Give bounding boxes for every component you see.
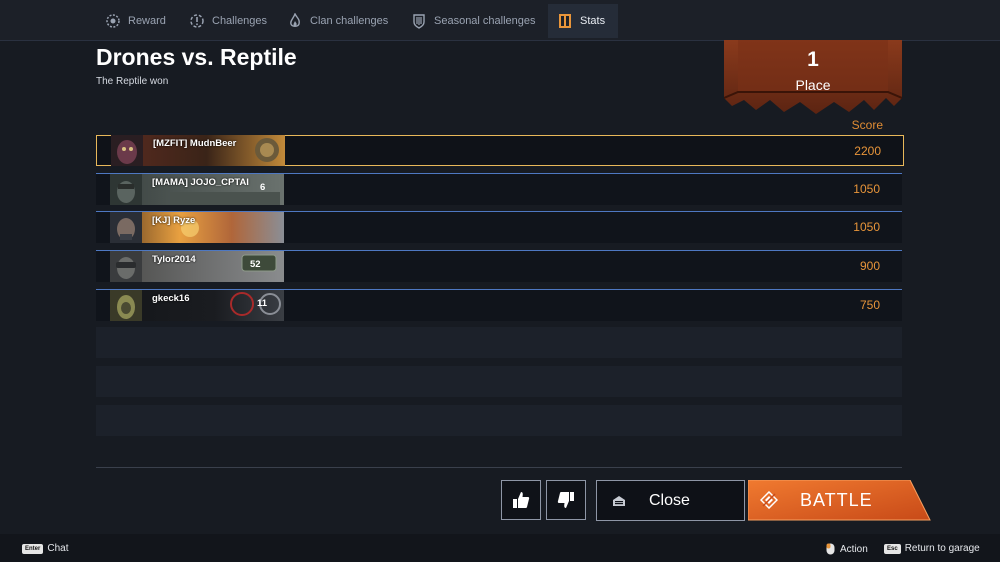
player-name: gkeck16 [152,293,190,304]
close-button-label: Close [649,492,690,509]
tab-clan-challenges[interactable]: Clan challenges [280,4,404,38]
chat-hint[interactable]: Enter Chat [22,543,68,554]
player-name: [KJ] Ryze [152,215,196,226]
tab-clan-challenges-label: Clan challenges [310,15,389,27]
tab-seasonal-challenges-label: Seasonal challenges [434,15,536,27]
player-score: 750 [859,298,880,312]
tab-stats[interactable]: Stats [548,4,618,38]
tab-reward[interactable]: Reward [96,4,182,38]
action-hint[interactable]: Action [826,543,868,555]
action-label: Action [840,543,868,555]
player-banner: Tylor2014 52 [110,251,284,282]
close-button[interactable]: Close [596,480,745,521]
empty-row [96,366,902,397]
tab-challenges-label: Challenges [212,15,268,27]
tab-seasonal-challenges[interactable]: Seasonal challenges [404,4,550,38]
player-level-badge: 6 [260,182,266,193]
player-row[interactable]: [MZFIT] MudnBeer 2200 [96,135,904,166]
mouse-icon [826,543,835,555]
score-column-header: Score [851,118,883,132]
player-score: 900 [859,259,880,273]
flame-icon [286,12,304,30]
footer-bar: Enter Chat Action Esc Return to garage [0,534,1000,562]
tab-challenges[interactable]: Challenges [180,4,283,38]
player-avatar [110,290,142,321]
player-level-badge: 52 [250,259,261,270]
crest-icon [410,12,428,30]
battle-icon [760,491,778,509]
esc-key-icon: Esc [884,543,901,554]
player-row[interactable]: [KJ] Ryze 1050 [96,211,902,243]
player-name: Tylor2014 [152,254,196,265]
thumbs-up-icon [513,492,530,508]
player-name: [MAMA] JOJO_CPTAI [152,177,249,188]
player-score: 1050 [853,220,880,234]
empty-row [96,327,902,358]
chat-label: Chat [47,543,69,554]
player-row[interactable]: Tylor2014 52 900 [96,250,902,282]
player-banner: gkeck16 11 [110,290,284,321]
garage-icon [613,496,625,506]
player-score: 2200 [854,144,881,158]
place-label: Place [795,77,831,93]
thumbs-up-button[interactable] [501,480,541,520]
player-level-badge: 11 [257,298,268,309]
return-hint[interactable]: Esc Return to garage [884,543,980,554]
player-name: [MZFIT] MudnBeer [153,138,237,149]
thumbs-down-icon [557,492,574,508]
player-avatar [110,174,142,205]
match-result: The Reptile won [96,76,169,87]
book-icon [556,12,574,30]
player-avatar [111,135,143,166]
place-number: 1 [807,48,819,71]
tab-stats-label: Stats [580,15,606,27]
dashed-circle-icon [188,12,206,30]
enter-key-icon: Enter [22,543,44,554]
player-banner: [MZFIT] MudnBeer [111,135,285,166]
player-banner: [KJ] Ryze [110,212,284,243]
thumbs-down-button[interactable] [546,480,586,520]
divider [96,467,902,468]
battle-button-label: BATTLE [800,490,873,510]
player-avatar [110,251,142,282]
player-avatar [110,212,142,243]
player-score: 1050 [853,182,880,196]
gear-badge-icon [104,12,122,30]
match-title: Drones vs. Reptile [96,44,297,70]
return-label: Return to garage [904,543,980,554]
player-banner: [MAMA] JOJO_CPTAI 6 [110,174,284,205]
player-row[interactable]: [MAMA] JOJO_CPTAI 6 1050 [96,173,902,205]
tab-bar: Reward Challenges Clan challenges Season… [0,0,1000,41]
battle-button[interactable]: BATTLE [748,480,932,521]
empty-row [96,405,902,436]
player-row[interactable]: gkeck16 11 750 [96,289,902,321]
tab-reward-label: Reward [128,15,166,27]
